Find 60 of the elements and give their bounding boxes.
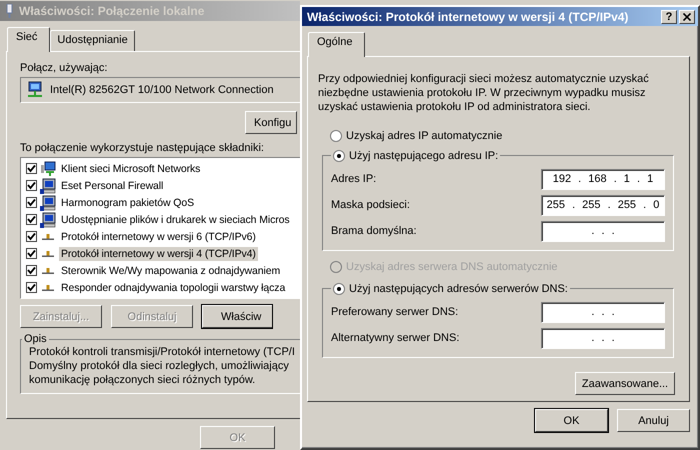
field-label: Maska podsieci: [331, 199, 410, 211]
checkbox[interactable] [26, 231, 37, 242]
network-plug-icon [5, 4, 14, 18]
checkbox[interactable] [26, 265, 37, 276]
configure-button[interactable]: Konfigu [245, 111, 297, 134]
radio-option[interactable]: Uzyskaj adres IP automatycznie [330, 130, 502, 142]
radio-circle[interactable] [333, 283, 345, 295]
network-adapter-icon [26, 81, 44, 99]
computer-icon [40, 212, 56, 228]
field-label: Brama domyślna: [331, 225, 417, 237]
protocol-icon [42, 234, 54, 240]
group-title: Opis [23, 333, 48, 345]
protocol-icon [42, 250, 54, 256]
adapter-name: Intel(R) 82562GT 10/100 Network Connection [50, 84, 274, 96]
action-button[interactable]: Właściw [202, 305, 272, 328]
tab[interactable]: Ogólne [308, 32, 366, 57]
ip-address-field[interactable]: . . . [541, 302, 665, 322]
protocol-icon [42, 284, 54, 290]
description-text: Protokół kontroli transmisji/Protokół internetowy (TCP/I Domyślny protokół dla sieci rozległych, umożliwiający komunikację połączonych sieci różnych typów. [29, 345, 296, 387]
ip-address-field[interactable]: . . . [541, 220, 665, 242]
component-item[interactable]: Udostępnianie plików i drukarek w sieciach Micros [59, 212, 292, 226]
ip-address-field[interactable]: . . . [541, 328, 665, 348]
ip-address-field[interactable]: 255 . 255 . 255 . 0 [541, 194, 665, 216]
close-icon [683, 12, 691, 20]
computer-icon [40, 178, 56, 194]
radio-circle[interactable] [333, 150, 345, 162]
field-label: Połącz, używając: [20, 62, 108, 74]
radio-option[interactable]: Użyj następujących adresów serwerów DNS: [333, 283, 568, 295]
computer-icon [40, 194, 56, 210]
checkbox[interactable] [26, 282, 37, 293]
network-computer-icon [40, 160, 56, 176]
component-item[interactable]: Protokół internetowy w wersji 6 (TCP/IPv6) [59, 230, 258, 244]
radio-circle[interactable] [330, 130, 342, 142]
component-item[interactable]: Eset Personal Firewall [59, 178, 166, 192]
component-item[interactable]: Protokół internetowy w wersji 4 (TCP/IPv4) [59, 246, 258, 260]
help-button[interactable]: ? [661, 10, 677, 24]
protocol-icon [42, 268, 54, 274]
checkbox[interactable] [26, 163, 37, 174]
window-title: Właściwości: Protokół internetowy w wersji 4 (TCP/IPv4) [307, 10, 628, 24]
component-item[interactable]: Sterownik We/Wy mapowania z odnajdywaniem [59, 264, 282, 278]
ok-button[interactable]: OK [535, 409, 608, 432]
checkbox[interactable] [26, 214, 37, 225]
field-label: To połączenie wykorzystuje następujące składniki: [20, 142, 265, 154]
component-item[interactable]: Harmonogram pakietów QoS [59, 196, 196, 210]
checkbox[interactable] [26, 197, 37, 208]
tab[interactable]: Udostępnianie [50, 30, 135, 51]
component-item[interactable]: Responder odnajdywania topologii warstwy łącza [59, 280, 288, 294]
field-label: Adres IP: [331, 173, 376, 185]
ip-address-field[interactable]: 192 . 168 . 1 . 1 [541, 168, 665, 190]
checkbox[interactable] [26, 248, 37, 259]
radio-option[interactable]: Użyj następującego adresu IP: [333, 150, 498, 162]
tab[interactable]: Sieć [7, 27, 50, 52]
cancel-button[interactable]: Anuluj [617, 409, 690, 432]
field-label: Preferowany serwer DNS: [331, 306, 458, 318]
checkbox[interactable] [26, 180, 37, 191]
advanced-button[interactable]: Zaawansowane... [575, 372, 675, 395]
close-button[interactable] [679, 10, 695, 24]
component-item[interactable]: Klient sieci Microsoft Networks [59, 162, 202, 176]
field-label: Alternatywny serwer DNS: [331, 332, 460, 344]
intro-text: Przy odpowiedniej konfiguracji sieci możesz automatycznie uzyskać niezbędne ustawienia protokołu IP. W przeciwnym wypadku musisz uzyskać ustawienia protokołu IP od administratora sieci. [318, 72, 650, 114]
